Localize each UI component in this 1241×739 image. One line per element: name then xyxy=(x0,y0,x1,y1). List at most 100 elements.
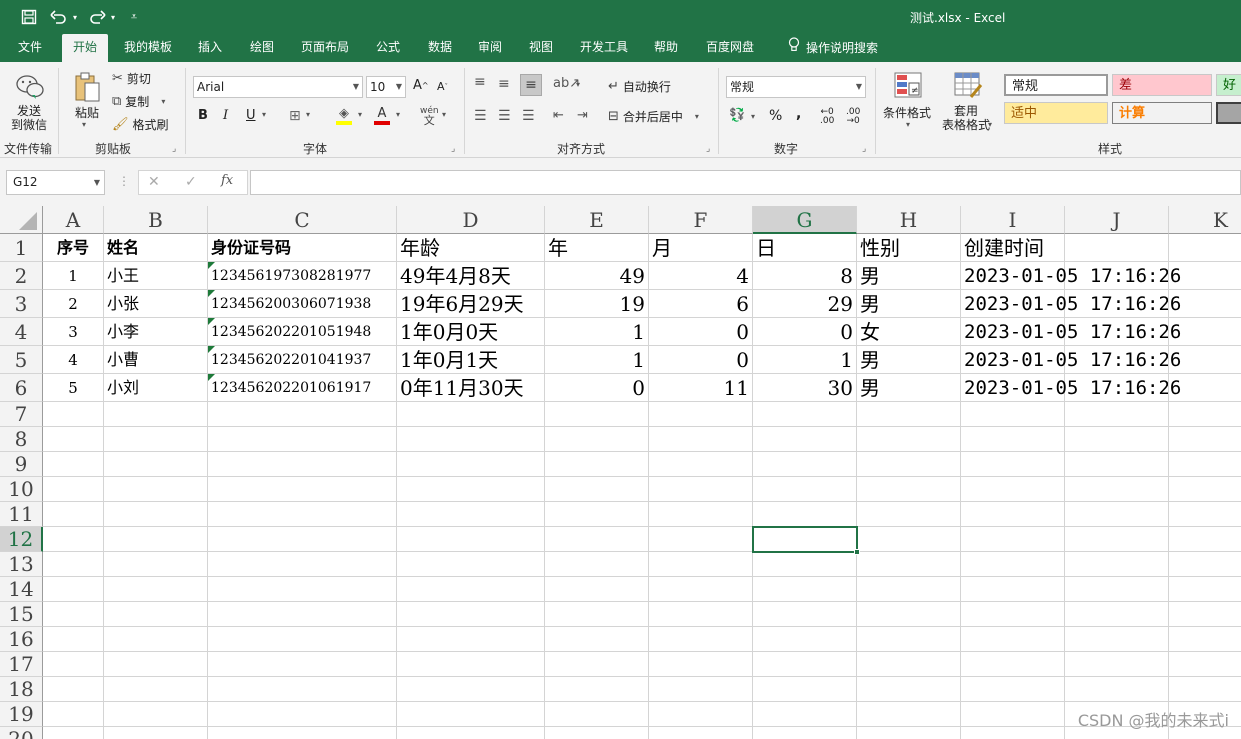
cell-f6[interactable]: 11 xyxy=(649,374,753,402)
cell-j2[interactable] xyxy=(1065,262,1169,290)
cell-j6[interactable] xyxy=(1065,374,1169,402)
italic-button[interactable]: I xyxy=(223,108,228,123)
save-icon[interactable] xyxy=(18,7,40,27)
cell-e3[interactable]: 19 xyxy=(545,290,649,318)
cell-i14[interactable] xyxy=(961,577,1065,602)
cell-e16[interactable] xyxy=(545,627,649,652)
cell-i1[interactable]: 创建时间 xyxy=(961,234,1065,262)
alignment-launcher-icon[interactable]: ⌟ xyxy=(706,144,710,154)
cell-f14[interactable] xyxy=(649,577,753,602)
cell-h10[interactable] xyxy=(857,477,961,502)
cell-a11[interactable] xyxy=(43,502,104,527)
redo-dropdown-icon[interactable]: ▾ xyxy=(108,7,118,27)
cell-f4[interactable]: 0 xyxy=(649,318,753,346)
cell-d11[interactable] xyxy=(397,502,545,527)
increase-decimal-icon[interactable]: ←0.00 xyxy=(820,108,834,126)
column-header-d[interactable]: D xyxy=(397,206,545,234)
cell-d15[interactable] xyxy=(397,602,545,627)
cell-c2[interactable]: 123456197308281977 xyxy=(208,262,397,290)
cell-e18[interactable] xyxy=(545,677,649,702)
tab-data[interactable]: 数据 xyxy=(420,34,460,62)
tab-draw[interactable]: 绘图 xyxy=(242,34,282,62)
cell-b15[interactable] xyxy=(104,602,208,627)
cell-b9[interactable] xyxy=(104,452,208,477)
cell-e19[interactable] xyxy=(545,702,649,727)
cell-h1[interactable]: 性别 xyxy=(857,234,961,262)
cell-a17[interactable] xyxy=(43,652,104,677)
row-header-17[interactable]: 17 xyxy=(0,652,43,677)
cell-c12[interactable] xyxy=(208,527,397,552)
cell-k16[interactable] xyxy=(1169,627,1241,652)
fill-color-icon[interactable]: ◈ xyxy=(336,106,352,125)
column-header-b[interactable]: B xyxy=(104,206,208,234)
number-launcher-icon[interactable]: ⌟ xyxy=(862,144,866,154)
cell-k9[interactable] xyxy=(1169,452,1241,477)
cell-c4[interactable]: 123456202201051948 xyxy=(208,318,397,346)
cell-e10[interactable] xyxy=(545,477,649,502)
cell-f8[interactable] xyxy=(649,427,753,452)
row-header-16[interactable]: 16 xyxy=(0,627,43,652)
row-header-18[interactable]: 18 xyxy=(0,677,43,702)
cut-button[interactable]: ✂ 剪切 xyxy=(112,70,151,87)
cell-b12[interactable] xyxy=(104,527,208,552)
cell-f9[interactable] xyxy=(649,452,753,477)
cell-i6[interactable]: 2023-01-05 17:16:26 xyxy=(961,374,1181,402)
cell-a3[interactable]: 2 xyxy=(43,290,104,318)
clipboard-launcher-icon[interactable]: ⌟ xyxy=(172,144,176,154)
cell-k15[interactable] xyxy=(1169,602,1241,627)
cell-e4[interactable]: 1 xyxy=(545,318,649,346)
column-header-c[interactable]: C xyxy=(208,206,397,234)
cell-i5[interactable]: 2023-01-05 17:16:26 xyxy=(961,346,1181,374)
cell-h16[interactable] xyxy=(857,627,961,652)
cell-k6[interactable] xyxy=(1169,374,1241,402)
cell-e11[interactable] xyxy=(545,502,649,527)
cell-c20[interactable] xyxy=(208,727,397,739)
row-header-19[interactable]: 19 xyxy=(0,702,43,727)
cell-i12[interactable] xyxy=(961,527,1065,552)
cell-k10[interactable] xyxy=(1169,477,1241,502)
cell-i17[interactable] xyxy=(961,652,1065,677)
cell-a19[interactable] xyxy=(43,702,104,727)
cell-a8[interactable] xyxy=(43,427,104,452)
cell-j16[interactable] xyxy=(1065,627,1169,652)
cell-h4[interactable]: 女 xyxy=(857,318,961,346)
cell-h13[interactable] xyxy=(857,552,961,577)
cell-j17[interactable] xyxy=(1065,652,1169,677)
cell-j9[interactable] xyxy=(1065,452,1169,477)
cell-g9[interactable] xyxy=(753,452,857,477)
cell-i11[interactable] xyxy=(961,502,1065,527)
cell-d5[interactable]: 1年0月1天 xyxy=(397,346,545,374)
cell-c15[interactable] xyxy=(208,602,397,627)
tab-review[interactable]: 审阅 xyxy=(470,34,510,62)
cell-k4[interactable] xyxy=(1169,318,1241,346)
row-header-6[interactable]: 6 xyxy=(0,374,43,402)
cell-d18[interactable] xyxy=(397,677,545,702)
cell-i13[interactable] xyxy=(961,552,1065,577)
style-check-cell[interactable] xyxy=(1216,102,1241,124)
cell-a2[interactable]: 1 xyxy=(43,262,104,290)
splitter-icon[interactable]: ⋮ xyxy=(118,174,130,188)
tab-page-layout[interactable]: 页面布局 xyxy=(294,34,356,62)
tab-help[interactable]: 帮助 xyxy=(646,34,686,62)
fill-color-dropdown-icon[interactable]: ▾ xyxy=(358,110,362,119)
row-header-9[interactable]: 9 xyxy=(0,452,43,477)
decrease-indent-icon[interactable]: ⇤ xyxy=(553,108,564,123)
cell-c3[interactable]: 123456200306071938 xyxy=(208,290,397,318)
tab-my-templates[interactable]: 我的模板 xyxy=(116,34,180,62)
cell-c17[interactable] xyxy=(208,652,397,677)
cell-c14[interactable] xyxy=(208,577,397,602)
cell-b20[interactable] xyxy=(104,727,208,739)
cell-a14[interactable] xyxy=(43,577,104,602)
cell-e20[interactable] xyxy=(545,727,649,739)
underline-button[interactable]: U xyxy=(246,108,256,123)
cell-c6[interactable]: 123456202201061917 xyxy=(208,374,397,402)
cell-b6[interactable]: 小刘 xyxy=(104,374,208,402)
cell-h6[interactable]: 男 xyxy=(857,374,961,402)
accounting-format-icon[interactable]: 💱 xyxy=(729,108,745,123)
cell-a20[interactable] xyxy=(43,727,104,739)
cell-k1[interactable] xyxy=(1169,234,1241,262)
cell-b8[interactable] xyxy=(104,427,208,452)
cell-i18[interactable] xyxy=(961,677,1065,702)
cell-a5[interactable]: 4 xyxy=(43,346,104,374)
cell-c18[interactable] xyxy=(208,677,397,702)
